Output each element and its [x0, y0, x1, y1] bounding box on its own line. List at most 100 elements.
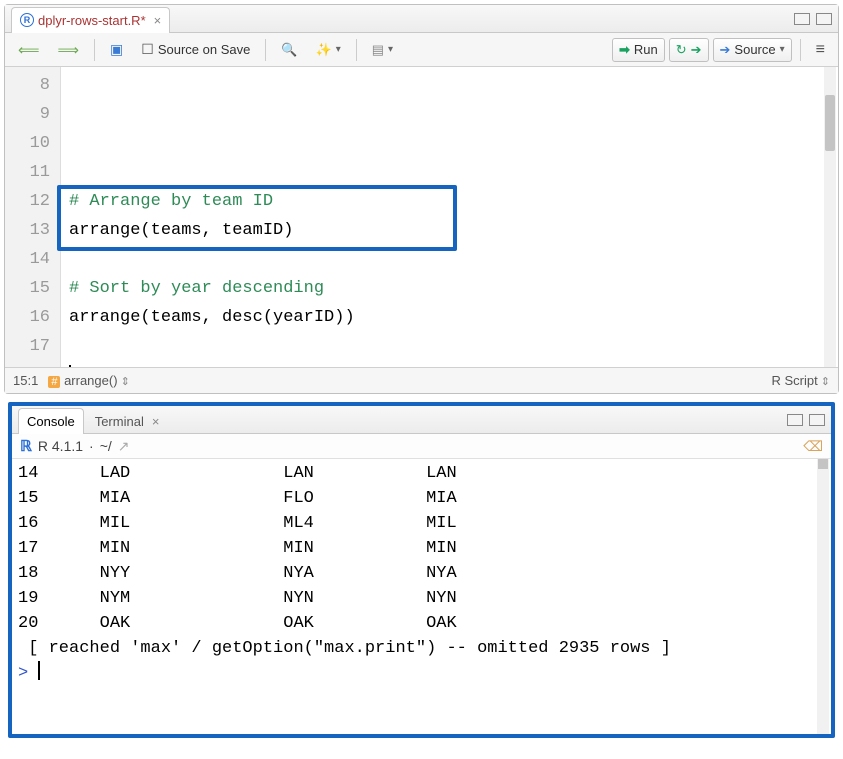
- editor-body[interactable]: 89101112131415161718 # Arrange by team I…: [5, 67, 838, 367]
- scope-indicator[interactable]: # arrange(): [48, 373, 130, 388]
- code-line[interactable]: [69, 245, 830, 274]
- find-button[interactable]: [274, 38, 304, 62]
- outline-icon: [816, 41, 825, 59]
- source-on-save-label: Source on Save: [158, 42, 251, 57]
- separator: [800, 39, 801, 61]
- line-number: 9: [5, 100, 50, 129]
- editor-scrollbar[interactable]: [824, 67, 836, 367]
- tab-terminal-label: Terminal: [95, 414, 144, 429]
- cursor-position: 15:1: [13, 373, 38, 388]
- popout-icon[interactable]: [118, 438, 130, 455]
- line-number: 17: [5, 332, 50, 361]
- console-scrollbar-thumb[interactable]: [818, 459, 828, 469]
- dot-sep: ·: [89, 438, 94, 454]
- outline-button[interactable]: [809, 37, 832, 63]
- r-file-icon: R: [20, 13, 34, 27]
- text-cursor: [69, 365, 71, 367]
- console-row: 15 MIA FLO MIA: [18, 486, 825, 511]
- run-label: Run: [634, 42, 658, 57]
- working-dir[interactable]: ~/: [100, 438, 112, 454]
- console-row: 16 MIL ML4 MIL: [18, 511, 825, 536]
- search-icon: [281, 42, 297, 58]
- tab-console-label: Console: [27, 414, 75, 429]
- line-number: 10: [5, 129, 50, 158]
- forward-button[interactable]: [51, 37, 87, 63]
- line-number: 11: [5, 158, 50, 187]
- console-row: 20 OAK OAK OAK: [18, 611, 825, 636]
- console-row: 14 LAD LAN LAN: [18, 461, 825, 486]
- console-prompt[interactable]: >: [18, 661, 825, 686]
- save-icon: [110, 41, 123, 58]
- function-badge-icon: #: [48, 376, 60, 388]
- line-number: 18: [5, 361, 50, 367]
- run-icon: [619, 42, 630, 58]
- editor-pane: R dplyr-rows-start.R* × Source on Save R…: [4, 4, 839, 394]
- line-number: 15: [5, 274, 50, 303]
- console-row: 19 NYM NYN NYN: [18, 586, 825, 611]
- maximize-pane-icon[interactable]: [809, 414, 825, 426]
- rerun-icon: [676, 42, 687, 58]
- down-arrow-icon: [691, 42, 702, 58]
- code-line[interactable]: # You can sort by multiple criteria: [69, 361, 830, 367]
- separator: [94, 39, 95, 61]
- minimize-pane-icon[interactable]: [794, 13, 810, 25]
- editor-scrollbar-thumb[interactable]: [825, 95, 835, 151]
- code-area[interactable]: # Arrange by team IDarrange(teams, teamI…: [61, 67, 838, 367]
- file-tab-title: dplyr-rows-start.R*: [38, 13, 146, 28]
- r-version: R 4.1.1: [38, 438, 83, 454]
- pane-window-controls: [787, 414, 825, 426]
- language-selector[interactable]: R Script: [771, 373, 830, 388]
- tab-console[interactable]: Console: [18, 408, 84, 434]
- compile-report-button[interactable]: [365, 38, 400, 62]
- back-button[interactable]: [11, 37, 47, 63]
- console-output[interactable]: 14 LAD LAN LAN15 MIA FLO MIA16 MIL ML4 M…: [12, 459, 831, 734]
- source-button[interactable]: Source: [713, 38, 792, 62]
- notebook-icon: [372, 42, 384, 58]
- editor-toolbar: Source on Save Run Source: [5, 33, 838, 67]
- code-line[interactable]: arrange(teams, teamID): [69, 216, 830, 245]
- code-line[interactable]: # Sort by year descending: [69, 274, 830, 303]
- file-tab[interactable]: R dplyr-rows-start.R* ×: [11, 7, 170, 33]
- tab-terminal[interactable]: Terminal ×: [86, 408, 169, 434]
- code-line[interactable]: [69, 158, 830, 187]
- editor-tabbar: R dplyr-rows-start.R* ×: [5, 5, 838, 33]
- code-line[interactable]: arrange(teams, desc(yearID)): [69, 303, 830, 332]
- close-icon[interactable]: ×: [154, 13, 162, 28]
- source-on-save-toggle[interactable]: Source on Save: [134, 37, 257, 62]
- line-number: 8: [5, 71, 50, 100]
- arrow-left-icon: [18, 41, 40, 59]
- console-tabbar: Console Terminal ×: [12, 406, 831, 434]
- code-line[interactable]: [69, 332, 830, 361]
- console-row: 17 MIN MIN MIN: [18, 536, 825, 561]
- save-button[interactable]: [103, 37, 130, 62]
- editor-statusbar: 15:1 # arrange() R Script: [5, 367, 838, 393]
- line-gutter: 89101112131415161718: [5, 67, 61, 367]
- separator: [265, 39, 266, 61]
- line-number: 14: [5, 245, 50, 274]
- r-logo-icon: ℝ: [20, 437, 32, 455]
- code-line[interactable]: # Arrange by team ID: [69, 187, 830, 216]
- source-icon: [720, 42, 731, 58]
- rerun-button[interactable]: [669, 38, 709, 62]
- line-number: 12: [5, 187, 50, 216]
- console-infobar: ℝ R 4.1.1 · ~/: [12, 434, 831, 459]
- console-truncate-msg: [ reached 'max' / getOption("max.print")…: [18, 636, 825, 661]
- wand-icon: [316, 42, 332, 58]
- close-icon[interactable]: ×: [152, 414, 160, 429]
- console-scrollbar[interactable]: [817, 459, 829, 734]
- source-label: Source: [734, 42, 775, 57]
- line-number: 13: [5, 216, 50, 245]
- maximize-pane-icon[interactable]: [816, 13, 832, 25]
- line-number: 16: [5, 303, 50, 332]
- arrow-right-icon: [58, 41, 80, 59]
- minimize-pane-icon[interactable]: [787, 414, 803, 426]
- text-cursor: [38, 661, 40, 680]
- pane-window-controls: [794, 13, 832, 25]
- clear-console-icon[interactable]: [803, 438, 823, 455]
- console-row: 18 NYY NYA NYA: [18, 561, 825, 586]
- scope-label: arrange(): [64, 373, 130, 388]
- run-button[interactable]: Run: [612, 38, 665, 62]
- code-tools-button[interactable]: [309, 38, 348, 62]
- checkbox-icon: [141, 41, 154, 58]
- console-pane: Console Terminal × ℝ R 4.1.1 · ~/ 14 LAD…: [8, 402, 835, 738]
